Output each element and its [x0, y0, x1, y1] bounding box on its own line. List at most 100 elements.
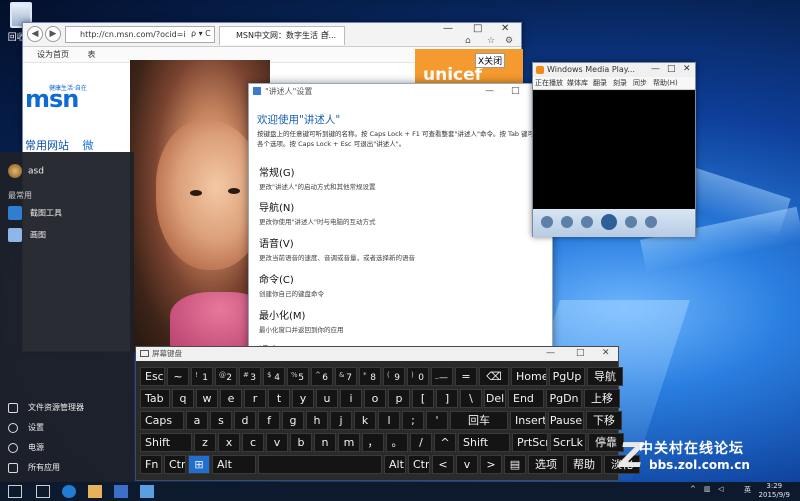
key-Shift[interactable]: Shift [458, 433, 510, 452]
key-c[interactable]: c [242, 433, 264, 452]
key-v[interactable]: v [456, 455, 478, 474]
key-Fn[interactable]: Fn [140, 455, 162, 474]
wmp-taskbar-icon[interactable] [114, 485, 128, 498]
key-导航[interactable]: 导航 [587, 367, 623, 386]
key-][interactable]: ] [436, 389, 458, 408]
narrator-settings-window[interactable]: "讲述人"设置 — □ ✕ ? 欢迎使用"讲述人" 按键盘上的任意键可听到键的名… [248, 83, 553, 357]
narrator-taskbar-icon[interactable] [140, 485, 154, 498]
key-q[interactable]: q [172, 389, 194, 408]
folder-icon[interactable] [88, 485, 102, 498]
key-[[interactable]: [ [412, 389, 434, 408]
key-'[interactable]: ' [426, 411, 448, 430]
home-icon[interactable]: ⌂ [465, 36, 471, 46]
key-^[interactable]: ^ [434, 433, 456, 452]
key-b[interactable]: b [290, 433, 312, 452]
input-language[interactable]: 英 [744, 485, 751, 495]
key-z[interactable]: z [194, 433, 216, 452]
key-m[interactable]: m [338, 433, 360, 452]
key-0[interactable]: ) 0 [407, 367, 429, 386]
video-area[interactable] [533, 91, 695, 209]
all-apps-item[interactable]: 所有应用 [8, 462, 60, 473]
key-下移[interactable]: 下移 [586, 411, 622, 430]
set-homepage-link[interactable]: 设为首页 [37, 50, 69, 59]
key-1[interactable]: ! 1 [191, 367, 213, 386]
key-ScrLk[interactable]: ScrLk [550, 433, 586, 452]
key-上移[interactable]: 上移 [584, 389, 620, 408]
settings-item[interactable]: 设置 [8, 422, 44, 433]
key-Ctrl[interactable]: Ctrl [164, 455, 186, 474]
key-\[interactable]: \ [460, 389, 482, 408]
minimize-button[interactable]: — [443, 23, 453, 34]
minimize-button[interactable]: — [485, 84, 494, 99]
option-commands[interactable]: 命令(C) 创建你自己的键盘命令 [259, 271, 324, 298]
stop-icon[interactable] [561, 216, 573, 228]
key-a[interactable]: a [186, 411, 208, 430]
start-button[interactable] [8, 485, 22, 498]
key-d[interactable]: d [234, 411, 256, 430]
ad-close-button[interactable]: X关闭 [475, 53, 506, 68]
key-k[interactable]: k [354, 411, 376, 430]
forward-button[interactable]: ▶ [45, 26, 61, 42]
address-bar-icons[interactable]: ρ ▾ C [191, 29, 211, 38]
maximize-button[interactable]: □ [576, 347, 585, 360]
option-minimize[interactable]: 最小化(M) 最小化窗口并返回到你的应用 [259, 307, 344, 334]
menu-library[interactable]: 媒体库 [567, 77, 588, 89]
key-x[interactable]: x [218, 433, 240, 452]
key-Ctrl[interactable]: Ctrl [408, 455, 430, 474]
menu-burn[interactable]: 刻录 [613, 77, 627, 89]
key-—[interactable]: _ — [431, 367, 453, 386]
key-6[interactable]: ^ 6 [311, 367, 333, 386]
key-space[interactable] [258, 455, 382, 474]
key-=[interactable]: = [455, 367, 477, 386]
key-7[interactable]: & 7 [335, 367, 357, 386]
file-explorer-item[interactable]: 文件资源管理器 [8, 402, 84, 413]
tray-up-icon[interactable]: ^ [690, 485, 696, 493]
key-i[interactable]: i [340, 389, 362, 408]
ie-icon[interactable] [62, 485, 76, 498]
key-t[interactable]: t [268, 389, 290, 408]
key-PrtScn[interactable]: PrtScn [512, 433, 548, 452]
close-button[interactable]: ✕ [501, 23, 509, 34]
key-y[interactable]: y [292, 389, 314, 408]
key-w[interactable]: w [196, 389, 218, 408]
key-~[interactable]: ~ [167, 367, 189, 386]
media-player-window[interactable]: Windows Media Play... — □ ✕ 正在播放 媒体库 翻录 … [532, 62, 696, 237]
key-<[interactable]: < [432, 455, 454, 474]
network-icon[interactable]: ▥ [704, 485, 711, 493]
key-n[interactable]: n [314, 433, 336, 452]
maximize-button[interactable]: □ [473, 23, 482, 34]
key-PgUp[interactable]: PgUp [549, 367, 585, 386]
key-▤[interactable]: ▤ [504, 455, 526, 474]
key-8[interactable]: * 8 [359, 367, 381, 386]
menu-help[interactable]: 帮助(H) [653, 77, 678, 89]
menu-sync[interactable]: 同步 [633, 77, 647, 89]
key-r[interactable]: r [244, 389, 266, 408]
maximize-button[interactable]: □ [511, 84, 520, 99]
gear-icon[interactable]: ⚙ [505, 36, 513, 46]
on-screen-keyboard[interactable]: 屏幕键盘 — □ ✕ Esc ~! 1 @2 #3 $4% 5 ^ 6 & 7 * 8(9) 0 _ — = ⌫ H… [135, 346, 640, 481]
option-navigation[interactable]: 导航(N) 更改你使用"讲述人"时与电脑的互动方式 [259, 199, 375, 226]
key-v[interactable]: v [266, 433, 288, 452]
key-3[interactable]: #3 [239, 367, 261, 386]
key-o[interactable]: o [364, 389, 386, 408]
menu-now-playing[interactable]: 正在播放 [535, 77, 563, 89]
play-icon[interactable] [601, 214, 617, 230]
key-Caps[interactable]: Caps [140, 411, 184, 430]
key-PgDn[interactable]: PgDn [546, 389, 582, 408]
clock[interactable]: 3:29 2015/9/9 [759, 482, 790, 500]
key-Pause[interactable]: Pause [548, 411, 584, 430]
app-snipping-tool[interactable]: 截图工具 [8, 206, 62, 220]
key-回车[interactable]: 回车 [450, 411, 508, 430]
minimize-button[interactable]: — [651, 63, 660, 76]
shuffle-icon[interactable] [541, 216, 553, 228]
key-Esc[interactable]: Esc [140, 367, 165, 386]
close-button[interactable]: ✕ [602, 347, 610, 360]
key-;[interactable]: ; [402, 411, 424, 430]
key-s[interactable]: s [210, 411, 232, 430]
volume-icon[interactable]: ◁ [718, 485, 723, 493]
key-/[interactable]: / [410, 433, 432, 452]
key-2[interactable]: @2 [215, 367, 237, 386]
back-button[interactable]: ◀ [27, 26, 43, 42]
key-e[interactable]: e [220, 389, 242, 408]
next-icon[interactable] [625, 216, 637, 228]
